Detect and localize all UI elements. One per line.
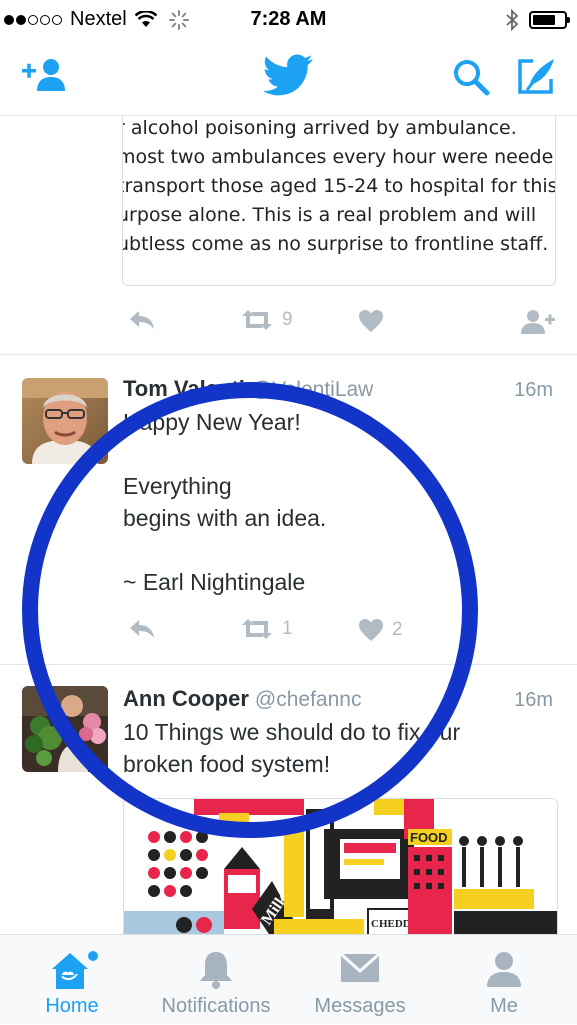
follow-user-icon — [521, 310, 555, 334]
author-handle[interactable]: @ValentiLaw — [251, 378, 374, 401]
avatar-photo — [22, 378, 108, 464]
heart-icon — [359, 619, 383, 641]
tweet-actions: 9 — [124, 309, 556, 339]
avatar[interactable] — [22, 686, 108, 772]
quoted-tweet-card[interactable]: r alcohol poisoning arrived by ambulance… — [122, 116, 556, 286]
follow-button[interactable] — [520, 309, 556, 335]
retweet-button[interactable]: 1 — [240, 618, 293, 640]
author-name[interactable]: Ann Cooper — [123, 686, 249, 711]
tab-home-label: Home — [45, 995, 99, 1017]
author-name[interactable]: Tom Valenti — [123, 376, 245, 401]
top-navigation-bar — [0, 40, 577, 116]
reply-icon — [130, 620, 154, 638]
tweet-header: Tom Valenti @ValentiLaw — [123, 376, 373, 402]
tweet-media-image[interactable]: Milk CHEDDAR FOOD — [123, 798, 558, 934]
retweet-icon — [242, 619, 272, 639]
compose-icon[interactable] — [517, 57, 557, 95]
avatar-photo — [22, 686, 108, 772]
bell-icon — [200, 952, 232, 989]
tab-notifications-label: Notifications — [161, 995, 271, 1017]
bluetooth-icon — [506, 9, 519, 31]
like-count: 2 — [392, 619, 403, 640]
status-time: 7:28 AM — [250, 8, 327, 30]
tab-messages-label: Messages — [314, 995, 406, 1017]
tweet-header: Ann Cooper @chefannc — [123, 686, 361, 712]
tweet-timestamp: 16m — [514, 379, 553, 401]
tab-me[interactable]: Me — [432, 935, 576, 1025]
envelope-icon — [339, 952, 381, 982]
tab-messages[interactable]: Messages — [288, 935, 432, 1025]
bottom-tab-bar: Home Notifications Messages Me — [0, 934, 577, 1024]
search-icon[interactable] — [452, 58, 490, 96]
add-user-icon[interactable] — [20, 57, 68, 93]
reply-icon — [130, 311, 154, 329]
food-system-illustration: Milk CHEDDAR FOOD — [124, 799, 557, 934]
timeline[interactable]: r alcohol poisoning arrived by ambulance… — [0, 116, 577, 934]
food-label: FOOD — [410, 830, 448, 845]
tweet-divider — [0, 664, 577, 665]
tab-notifications[interactable]: Notifications — [144, 935, 288, 1025]
tweet-actions: 1 2 — [124, 618, 554, 648]
retweet-icon — [242, 310, 272, 330]
retweet-button[interactable]: 9 — [240, 309, 293, 331]
quoted-tweet-text: r alcohol poisoning arrived by ambulance… — [122, 117, 556, 255]
retweet-count: 9 — [282, 309, 293, 330]
tweet-divider — [0, 354, 577, 355]
heart-icon — [359, 310, 383, 332]
battery-icon — [529, 11, 570, 29]
status-bar: Nextel 7:28 AM — [0, 0, 577, 40]
tab-me-label: Me — [490, 995, 518, 1017]
retweet-count: 1 — [282, 618, 293, 639]
person-icon — [487, 952, 521, 987]
home-icon — [52, 951, 98, 989]
like-button[interactable] — [358, 309, 392, 333]
tweet-timestamp: 16m — [514, 689, 553, 711]
tweet-text: Happy New Year! Everything begins with a… — [123, 409, 327, 595]
status-right — [505, 9, 570, 31]
like-button[interactable]: 2 — [358, 618, 403, 642]
twitter-bird-icon[interactable] — [264, 54, 314, 96]
tweet-text: 10 Things we should do to fix our broken… — [123, 719, 461, 777]
tab-home[interactable]: Home — [0, 935, 144, 1025]
reply-button[interactable] — [128, 618, 156, 640]
author-handle[interactable]: @chefannc — [255, 688, 362, 711]
avatar[interactable] — [22, 378, 108, 464]
reply-button[interactable] — [128, 309, 156, 331]
